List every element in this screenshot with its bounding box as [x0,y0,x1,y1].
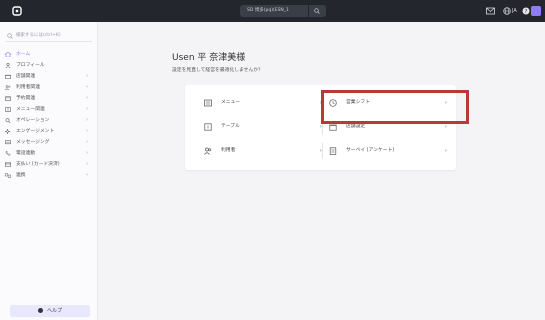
chevron-right-icon: › [86,139,88,145]
menu-link-menu[interactable]: メニュー › [204,94,322,112]
search-icon [7,33,13,39]
sidebar-item-profile[interactable]: プロフィール [0,60,98,71]
menu-link-label: メニュー [221,100,241,105]
chevron-right-icon: › [444,148,447,154]
svg-text:?: ? [525,9,528,15]
top-bar: SD 博多(pq)(ESN_1 JA ? [0,0,545,22]
sidebar-item-reservations[interactable]: 予約関連 › [0,93,98,104]
menu-link-label: テーブル [221,124,240,129]
store-icon [329,124,337,131]
help-icon [37,307,43,313]
credit-card-icon [5,162,11,167]
search-icon[interactable] [314,8,320,14]
link-icon [5,173,11,178]
sidebar-item-home[interactable]: ホーム [0,49,98,60]
help-label: ヘルプ [46,308,62,314]
sidebar-search-placeholder: 検索するには(ctrl+K) [16,33,61,38]
sidebar-item-operations[interactable]: オペレーション › [0,115,98,126]
sidebar-item-phone[interactable]: 電話連動 › [0,148,98,159]
sidebar-item-users[interactable]: 利用者関連 › [0,82,98,93]
chevron-right-icon: › [86,172,88,178]
sidebar-item-label: 電話連動 [16,151,36,156]
menu-book-icon [5,107,11,112]
menu-link-users[interactable]: 利用者 › [204,142,322,160]
store-icon [5,74,11,79]
sidebar-item-menu[interactable]: メニュー関連 › [0,104,98,115]
sidebar-item-label: メッセージング [16,140,50,145]
menu-link-label: 利用者 [221,148,236,153]
chevron-right-icon: › [86,117,88,123]
sidebar-item-label: オペレーション [16,118,50,123]
page-subtitle: 設定を見直して経営を最適化しませんか？ [172,68,263,73]
table-icon [204,123,212,131]
message-icon [5,140,11,145]
sidebar-item-label: ホーム [16,52,31,57]
users-icon [204,147,212,155]
globe-icon[interactable] [503,7,511,15]
column-divider [322,143,323,159]
menu-icon [204,99,212,107]
sidebar-search-input[interactable]: 検索するには(ctrl+K) [6,30,92,42]
sidebar-item-label: 予約関連 [16,96,36,101]
sidebar-item-engagement[interactable]: エンゲージメント › [0,126,98,137]
sidebar-item-label: プロフィール [16,63,45,68]
users-icon [5,85,11,90]
chevron-right-icon: › [86,128,88,134]
sidebar-item-integrations[interactable]: 連携 › [0,170,98,181]
chevron-right-icon: › [86,161,88,167]
store-selector[interactable]: SD 博多(pq)(ESN_1 [240,5,326,17]
chevron-right-icon: › [86,106,88,112]
chevron-right-icon: › [86,150,88,156]
page-title: Usen 平 奈津美様 [172,53,246,63]
survey-icon [329,147,337,155]
sidebar: 検索するには(ctrl+K) ホーム プロフィール 店舗関連 › 利用者関連 ›… [0,22,98,320]
sidebar-item-label: 利用者関連 [16,85,40,90]
user-initials[interactable]: JA [512,6,517,16]
sparkle-icon [5,129,11,134]
chevron-right-icon: › [86,95,88,101]
sidebar-item-label: エンゲージメント [16,129,55,134]
chevron-right-icon: › [86,73,88,79]
store-chip-divider [308,5,309,17]
sidebar-item-payments[interactable]: 支払い (カード決済) › [0,159,98,170]
highlight-box [321,90,469,124]
user-avatar[interactable] [531,6,541,16]
help-button[interactable]: ヘルプ [10,305,90,317]
chevron-right-icon: › [86,84,88,90]
sidebar-item-label: 支払い (カード決済) [16,162,60,167]
sidebar-item-label: メニュー関連 [16,107,45,112]
phone-icon [5,151,11,156]
home-icon [5,52,11,57]
app-logo-icon[interactable] [12,6,22,16]
person-icon [5,63,11,68]
help-circle-icon[interactable]: ? [522,7,530,15]
sidebar-item-label: 店舗関連 [16,74,36,79]
menu-link-survey[interactable]: サーベイ (アンケート) › [329,142,447,160]
menu-link-label: サーベイ (アンケート) [346,148,395,153]
calendar-icon [5,96,11,101]
mail-icon[interactable] [486,7,495,15]
sidebar-item-label: 連携 [16,173,26,178]
store-name: SD 博多(pq)(ESN_1 [247,8,289,13]
search-icon [5,118,11,123]
menu-link-table[interactable]: テーブル › [204,118,322,136]
sidebar-item-store[interactable]: 店舗関連 › [0,71,98,82]
sidebar-item-messaging[interactable]: メッセージング › [0,137,98,148]
